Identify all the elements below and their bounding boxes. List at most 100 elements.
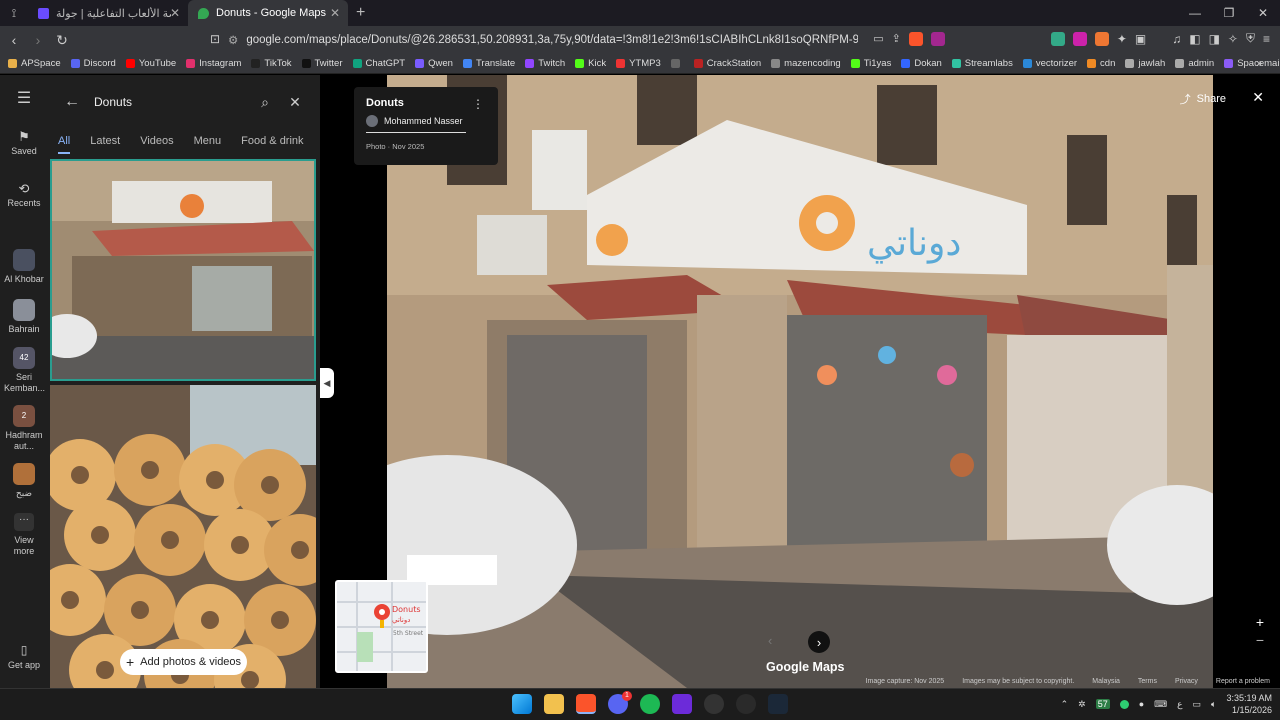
show-hidden-icons[interactable]: ⌃: [1061, 699, 1069, 710]
steam-icon[interactable]: [768, 694, 788, 714]
minimize-icon[interactable]: —: [1178, 6, 1212, 20]
screen-icon[interactable]: ▭: [873, 32, 883, 45]
rail-recent-al-khobar[interactable]: Al Khobar: [0, 249, 48, 285]
bookmark-item[interactable]: jawlah: [1125, 58, 1165, 69]
next-photo-button[interactable]: ›: [808, 631, 830, 653]
bookmark-item[interactable]: TikTok: [251, 58, 292, 69]
sidebar-icon[interactable]: ◧: [1189, 32, 1200, 46]
bookmark-item[interactable]: Qwen: [415, 58, 453, 69]
rail-recent-arabic-place[interactable]: ضبح: [0, 463, 48, 499]
nzxt-cam-icon[interactable]: [672, 694, 692, 714]
zoom-in-icon[interactable]: +: [1256, 613, 1264, 631]
restore-icon[interactable]: ❐: [1212, 6, 1246, 20]
search-icon[interactable]: ⌕: [250, 94, 280, 111]
extension-icon[interactable]: [1072, 31, 1087, 46]
storefront-photo-large[interactable]: دوناتي: [387, 75, 1213, 688]
input-language-icon[interactable]: ع: [1177, 699, 1182, 710]
network-icon[interactable]: ▭: [1193, 699, 1202, 710]
bookmark-item[interactable]: Translate: [462, 58, 515, 69]
close-viewer-icon[interactable]: ✕: [1252, 89, 1264, 106]
rail-get-app[interactable]: ▯ Get app: [0, 644, 48, 671]
rail-recent-seri-kembangan[interactable]: 42 Seri Kemban...: [0, 347, 48, 394]
storefront-photo-thumbnail[interactable]: [50, 159, 316, 381]
tab-food-drink[interactable]: Food & drink: [241, 135, 303, 154]
wallet-icon[interactable]: ◨: [1209, 32, 1220, 46]
menu-icon[interactable]: ≡: [1263, 32, 1270, 46]
volume-icon[interactable]: 🔈︎: [1211, 699, 1216, 710]
bookmark-item[interactable]: Streamlabs: [951, 58, 1013, 69]
bookmark-item[interactable]: CrackStation: [693, 58, 761, 69]
tab-all[interactable]: All: [58, 135, 71, 154]
rail-recent-hadhramaut[interactable]: 2 Hadhram aut...: [0, 405, 48, 452]
tab-menu[interactable]: Menu: [194, 135, 222, 154]
bookmark-item[interactable]: admin: [1175, 58, 1214, 69]
previous-photo-icon[interactable]: ‹: [768, 633, 772, 648]
back-arrow-icon[interactable]: ←: [58, 93, 86, 111]
bookmark-item[interactable]: Spacemail: [1224, 58, 1280, 69]
file-explorer-icon[interactable]: [544, 694, 564, 714]
mini-map[interactable]: Donuts دوناتي 5th Street: [335, 580, 428, 673]
tray-status-icon[interactable]: [1119, 699, 1129, 709]
bookmark-item[interactable]: YouTube: [125, 58, 176, 69]
tray-badge[interactable]: 57: [1095, 699, 1110, 709]
bookmark-item[interactable]: APSpace: [8, 58, 61, 69]
tab-videos[interactable]: Videos: [140, 135, 173, 154]
bookmark-item[interactable]: Ti1yas: [850, 58, 891, 69]
rail-recents[interactable]: ⟲ Recents: [0, 182, 48, 209]
tab-google-maps[interactable]: Donuts - Google Maps ✕: [188, 0, 348, 26]
tab-latest[interactable]: Latest: [90, 135, 120, 154]
rail-saved[interactable]: ⚑ Saved: [0, 130, 48, 157]
bookmark-item[interactable]: cdn: [1087, 58, 1115, 69]
new-tab-icon[interactable]: +: [348, 4, 373, 22]
photo-more-options-icon[interactable]: ⋮: [472, 97, 484, 111]
forward-icon[interactable]: ›: [28, 32, 48, 48]
site-info-icon[interactable]: ⚙: [228, 33, 238, 47]
bookmark-item[interactable]: vectorizer: [1022, 58, 1077, 69]
donuts-photo-thumbnail[interactable]: [50, 385, 316, 688]
bookmark-item[interactable]: YTMP3: [616, 58, 661, 69]
brave-menu-icon[interactable]: ⟟: [0, 6, 28, 21]
openai-icon[interactable]: [736, 694, 756, 714]
discord-icon[interactable]: 1: [608, 691, 632, 714]
author-name[interactable]: Mohammed Nasser: [384, 116, 463, 126]
spotify-icon[interactable]: [640, 694, 660, 714]
vpn-icon[interactable]: ⛨: [1246, 31, 1255, 46]
leo-ai-icon[interactable]: ✧: [1228, 32, 1238, 46]
bookmark-item[interactable]: mazencoding: [771, 58, 841, 69]
rail-view-more[interactable]: ··· View more: [0, 513, 48, 557]
brave-browser-icon[interactable]: [576, 694, 596, 714]
share-page-icon[interactable]: ⇪: [892, 32, 901, 45]
close-tab-icon[interactable]: ✕: [170, 6, 180, 20]
clock[interactable]: 3:35:19 AM 1/15/2026: [1226, 692, 1272, 716]
media-icon[interactable]: ♫: [1172, 32, 1181, 46]
brave-shields-icon[interactable]: [908, 31, 923, 46]
region-link[interactable]: Malaysia: [1092, 678, 1120, 688]
zoom-out-icon[interactable]: −: [1256, 631, 1264, 649]
close-tab-icon[interactable]: ✕: [330, 6, 340, 20]
bookmark-item[interactable]: Kick: [575, 58, 606, 69]
menu-icon[interactable]: ☰: [0, 91, 48, 107]
wallet-icon[interactable]: ▣: [1135, 32, 1146, 46]
back-icon[interactable]: ‹: [4, 32, 24, 48]
rail-recent-bahrain[interactable]: Bahrain: [0, 299, 48, 335]
extension-icon[interactable]: [1050, 31, 1065, 46]
obs-icon[interactable]: [704, 694, 724, 714]
reload-icon[interactable]: ↻: [52, 32, 72, 49]
privacy-link[interactable]: Privacy: [1175, 678, 1198, 688]
collapse-panel-button[interactable]: ◀: [320, 368, 334, 398]
microphone-icon[interactable]: ●: [1139, 699, 1144, 709]
extension-icon[interactable]: [1094, 31, 1109, 46]
share-button[interactable]: ⤴ Share: [1180, 91, 1226, 107]
keyboard-icon[interactable]: ⌨: [1154, 699, 1167, 710]
bookmark-item[interactable]: Dokan: [901, 58, 942, 69]
bookmark-item[interactable]: [670, 59, 684, 68]
url-field[interactable]: ⚙ google.com/maps/place/Donuts/@26.28653…: [228, 30, 858, 50]
place-title[interactable]: Donuts: [366, 97, 486, 109]
close-icon[interactable]: ✕: [280, 94, 310, 111]
tray-app-icon[interactable]: ✲: [1078, 699, 1086, 710]
add-photos-button[interactable]: + Add photos & videos: [120, 649, 247, 675]
more-bookmarks-icon[interactable]: »: [1256, 58, 1262, 69]
tab-jawlah[interactable]: منصة الألعاب التفاعلية | جولة - Jawlah ✕: [28, 0, 188, 26]
terms-link[interactable]: Terms: [1138, 678, 1157, 688]
extensions-puzzle-icon[interactable]: ✦: [1117, 32, 1127, 46]
